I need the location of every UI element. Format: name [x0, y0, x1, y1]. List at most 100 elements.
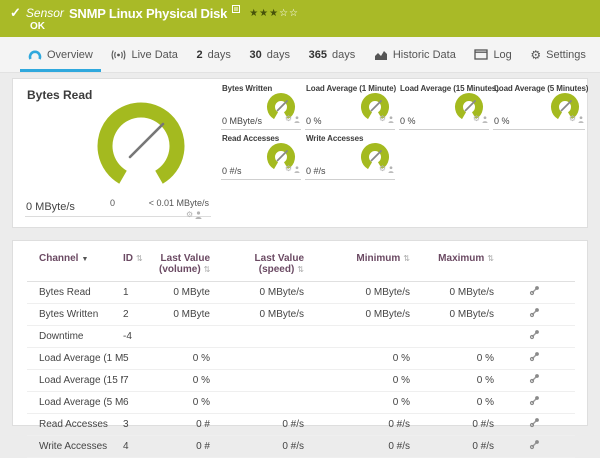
tab-live-data[interactable]: Live Data — [109, 37, 179, 72]
tab-log[interactable]: Log — [472, 37, 513, 72]
table-row[interactable]: Read Accesses 3 0 # 0 #/s 0 #/s 0 #/s — [27, 413, 575, 436]
tab-label: Historic Data — [392, 48, 456, 61]
tab-historic-data[interactable]: Historic Data — [372, 37, 458, 72]
channel-name: Load Average (15 Mi... — [27, 369, 123, 392]
last-value-speed: 0 #/s — [210, 413, 304, 436]
stars-empty-icon: ☆☆ — [279, 7, 300, 19]
sensor-title-row: ✓ Sensor SNMP Linux Physical Disk ★★★☆☆ — [10, 4, 299, 22]
edit-channel-button[interactable] — [494, 303, 575, 326]
overview-panel: Bytes Read 0 < 0.01 MByte/s 0 MByte/s ⚙ … — [12, 78, 588, 228]
gear-icon[interactable]: ⚙ — [285, 115, 292, 123]
tab-label: Overview — [47, 48, 93, 61]
tab-365-days[interactable]: 365 days — [307, 37, 358, 72]
table-row[interactable]: Bytes Read 1 0 MByte 0 MByte/s 0 MByte/s… — [27, 281, 575, 304]
tab-number: 2 — [196, 48, 203, 61]
gear-icon[interactable]: ⚙ — [379, 165, 386, 173]
maximum-value: 0 % — [410, 391, 494, 414]
channel-id: 4 — [123, 435, 159, 458]
divider — [25, 216, 211, 217]
mini-gauge-load-average-1-minute[interactable]: Load Average (1 Minute) 0 % ⚙ — [305, 83, 396, 130]
edit-channel-button[interactable] — [494, 369, 575, 392]
table-row[interactable]: Load Average (15 Mi... 7 0 % 0 % 0 % — [27, 369, 575, 392]
sort-icon — [400, 253, 410, 264]
mini-gauge-value: 0 #/s — [306, 166, 326, 176]
sensor-kind-label: Sensor — [25, 6, 64, 20]
tab-2-days[interactable]: 2 days — [195, 37, 233, 72]
edit-channel-button[interactable] — [494, 391, 575, 414]
user-icon[interactable] — [482, 110, 488, 128]
mini-gauge-read-accesses[interactable]: Read Accesses 0 #/s ⚙ — [221, 133, 301, 180]
priority-stars[interactable]: ★★★☆☆ — [249, 8, 299, 19]
wrench-icon — [529, 396, 539, 406]
edit-channel-button[interactable] — [494, 435, 575, 458]
channel-id: 3 — [123, 413, 159, 436]
window-icon — [474, 49, 489, 60]
mini-gauge-load-average-15-minutes[interactable]: Load Average (15 Minutes) 0 % ⚙ — [399, 83, 499, 130]
gear-icon[interactable]: ⚙ — [473, 115, 480, 123]
gear-icon[interactable]: ⚙ — [285, 165, 292, 173]
table-row[interactable]: Load Average (5 Min... 6 0 % 0 % 0 % — [27, 391, 575, 414]
channel-quick-icons: ⚙ — [285, 110, 300, 128]
table-row[interactable]: Write Accesses 4 0 # 0 #/s 0 #/s 0 #/s — [27, 435, 575, 458]
edit-channel-button[interactable] — [494, 281, 575, 304]
user-icon[interactable] — [578, 110, 584, 128]
last-value-speed: 0 MByte/s — [210, 303, 304, 326]
channel-name: Load Average (1 Min... — [27, 347, 123, 370]
channel-name: Read Accesses — [27, 413, 123, 436]
user-icon[interactable] — [388, 160, 394, 178]
tab-settings[interactable]: ⚙ Settings — [528, 37, 588, 72]
column-header-minimum[interactable]: Minimum — [304, 249, 410, 282]
sensor-title: SNMP Linux Physical Disk — [68, 5, 228, 21]
area-chart-icon — [374, 49, 388, 61]
wrench-icon — [529, 330, 539, 340]
gear-icon[interactable]: ⚙ — [569, 115, 576, 123]
channel-id: 1 — [123, 281, 159, 304]
mini-gauge-value: 0 % — [306, 116, 322, 126]
status-check-icon: ✓ — [10, 5, 21, 20]
mini-gauge-bytes-written[interactable]: Bytes Written 0 MByte/s ⚙ — [221, 83, 301, 130]
channel-id: 7 — [123, 369, 159, 392]
wrench-icon — [529, 440, 539, 450]
column-header-channel[interactable]: Channel — [27, 249, 123, 282]
tab-number: 30 — [249, 48, 262, 61]
maximum-value: 0 % — [410, 369, 494, 392]
main-gauge[interactable] — [91, 96, 191, 196]
sensor-note-icon — [232, 0, 241, 18]
maximum-value: 0 % — [410, 347, 494, 370]
table-row[interactable]: Bytes Written 2 0 MByte 0 MByte/s 0 MByt… — [27, 303, 575, 326]
tab-label: days — [266, 48, 291, 61]
column-header-maximum[interactable]: Maximum — [410, 249, 494, 282]
tab-overview[interactable]: Overview — [20, 37, 101, 72]
wrench-icon — [529, 352, 539, 362]
channel-quick-icons: ⚙ — [473, 110, 488, 128]
column-header-id[interactable]: ID — [123, 249, 159, 282]
table-row[interactable]: Downtime -4 — [27, 325, 575, 348]
user-icon[interactable] — [294, 160, 300, 178]
user-icon[interactable] — [195, 206, 202, 224]
mini-gauge-write-accesses[interactable]: Write Accesses 0 #/s ⚙ — [305, 133, 395, 180]
gear-icon[interactable]: ⚙ — [186, 211, 193, 219]
last-value-speed — [210, 325, 304, 348]
channel-id: -4 — [123, 325, 159, 348]
user-icon[interactable] — [388, 110, 394, 128]
user-icon[interactable] — [294, 110, 300, 128]
maximum-value: 0 #/s — [410, 435, 494, 458]
mini-gauge-load-average-5-minutes[interactable]: Load Average (5 Minutes) 0 % ⚙ — [493, 83, 588, 130]
table-row[interactable]: Load Average (1 Min... 5 0 % 0 % 0 % — [27, 347, 575, 370]
edit-channel-button[interactable] — [494, 413, 575, 436]
edit-channel-button[interactable] — [494, 347, 575, 370]
channel-name: Write Accesses — [27, 435, 123, 458]
column-header-last-speed[interactable]: Last Value (speed) — [210, 249, 304, 282]
channel-id: 6 — [123, 391, 159, 414]
sort-icon — [201, 264, 211, 275]
tab-30-days[interactable]: 30 days — [248, 37, 293, 72]
column-header-last-volume[interactable]: Last Value (volume) — [159, 249, 210, 282]
last-value-speed: 0 MByte/s — [210, 281, 304, 304]
channel-id: 5 — [123, 347, 159, 370]
sort-icon — [294, 264, 304, 275]
main-gauge-title: Bytes Read — [27, 88, 93, 102]
maximum-value: 0 #/s — [410, 413, 494, 436]
gear-icon[interactable]: ⚙ — [379, 115, 386, 123]
last-value-volume: 0 % — [159, 347, 210, 370]
edit-channel-button[interactable] — [494, 325, 575, 348]
